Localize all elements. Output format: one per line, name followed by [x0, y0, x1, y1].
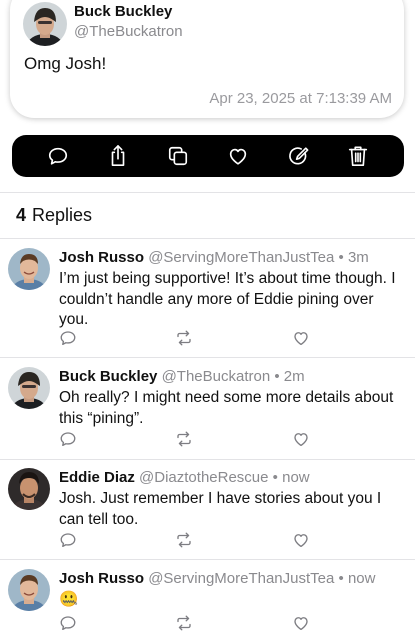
reply-item[interactable]: Josh Russo @ServingMoreThanJustTea • 3m …	[0, 238, 415, 357]
post-text: Omg Josh!	[24, 54, 107, 73]
post-timestamp: Apr 23, 2025 at 7:13:39 AM	[209, 90, 392, 107]
reply-author-name[interactable]: Buck Buckley	[59, 368, 157, 385]
avatar[interactable]	[8, 569, 50, 611]
reply-item[interactable]: Josh Russo @ServingMoreThanJustTea • now…	[0, 559, 415, 640]
action-bar	[12, 135, 404, 177]
reply-text: 🤐	[59, 591, 79, 608]
reply-author-handle[interactable]: @TheBuckatron	[162, 368, 271, 385]
reply-author-handle[interactable]: @ServingMoreThanJustTea	[148, 570, 334, 587]
like-icon[interactable]	[292, 614, 312, 634]
like-icon[interactable]	[224, 142, 252, 170]
repost-icon[interactable]	[175, 531, 195, 551]
reply-header: Buck Buckley @TheBuckatron • 2m	[59, 368, 305, 385]
avatar[interactable]	[23, 2, 67, 46]
reply-icon[interactable]	[59, 329, 79, 349]
separator-dot: •	[338, 570, 344, 587]
divider	[0, 192, 415, 193]
main-post-card: Buck Buckley @TheBuckatron Omg Josh! Apr…	[10, 0, 404, 118]
like-icon[interactable]	[292, 430, 312, 450]
replies-count: 4	[16, 205, 27, 225]
reply-author-name[interactable]: Josh Russo	[59, 570, 144, 587]
like-icon[interactable]	[292, 531, 312, 551]
reply-icon[interactable]	[59, 531, 79, 551]
separator-dot: •	[338, 249, 344, 266]
like-icon[interactable]	[292, 329, 312, 349]
repost-icon[interactable]	[175, 329, 195, 349]
copy-icon[interactable]	[164, 142, 192, 170]
reply-actions	[59, 531, 319, 551]
reply-header: Josh Russo @ServingMoreThanJustTea • 3m	[59, 249, 369, 266]
reply-actions	[59, 614, 319, 634]
separator-dot: •	[272, 469, 278, 486]
reply-actions	[59, 430, 319, 450]
author-handle[interactable]: @TheBuckatron	[74, 23, 183, 40]
share-icon[interactable]	[104, 142, 132, 170]
reply-text: I’m just being supportive! It’s about ti…	[59, 270, 396, 328]
reply-author-handle[interactable]: @ServingMoreThanJustTea	[148, 249, 334, 266]
reply-time: now	[282, 469, 310, 486]
reply-header: Eddie Diaz @DiaztotheRescue • now	[59, 469, 310, 486]
repost-icon[interactable]	[175, 614, 195, 634]
reply-time: now	[347, 570, 376, 587]
replies-label: Replies	[32, 205, 93, 225]
delete-icon[interactable]	[344, 142, 372, 170]
reply-item[interactable]: Buck Buckley @TheBuckatron • 2m Oh reall…	[0, 357, 415, 459]
reply-icon[interactable]	[59, 430, 79, 450]
reply-author-name[interactable]: Josh Russo	[59, 249, 144, 266]
separator-dot: •	[274, 368, 280, 385]
author-name[interactable]: Buck Buckley	[74, 3, 172, 20]
reply-time: 3m	[347, 249, 369, 266]
replies-header: 4 Replies	[16, 205, 92, 226]
reply-item[interactable]: Eddie Diaz @DiaztotheRescue • now Josh. …	[0, 459, 415, 559]
avatar[interactable]	[8, 248, 50, 290]
reply-text: Josh. Just remember I have stories about…	[59, 490, 382, 528]
reply-author-handle[interactable]: @DiaztotheRescue	[139, 469, 268, 486]
reply-author-name[interactable]: Eddie Diaz	[59, 469, 135, 486]
reply-text: Oh really? I might need some more detail…	[59, 389, 394, 427]
repost-icon[interactable]	[175, 430, 195, 450]
reply-icon[interactable]	[59, 614, 79, 634]
avatar[interactable]	[8, 367, 50, 409]
edit-icon[interactable]	[284, 142, 312, 170]
reply-actions	[59, 329, 319, 349]
reply-header: Josh Russo @ServingMoreThanJustTea • now	[59, 570, 376, 587]
reply-icon[interactable]	[44, 142, 72, 170]
avatar[interactable]	[8, 468, 50, 510]
reply-time: 2m	[283, 368, 305, 385]
